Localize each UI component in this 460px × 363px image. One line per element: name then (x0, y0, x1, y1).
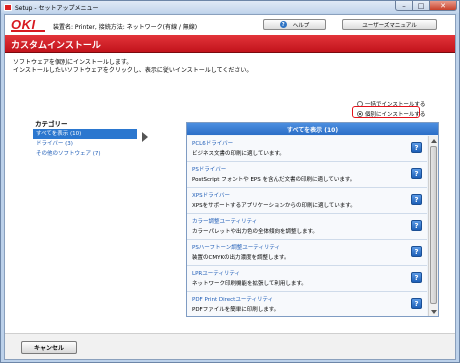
software-description: PostScript フォントや EPS を含んだ文書の印刷に適しています。 (192, 177, 356, 183)
question-icon[interactable]: ? (411, 142, 422, 153)
software-name[interactable]: PSドライバー (192, 165, 226, 173)
question-icon[interactable]: ? (411, 220, 422, 231)
title-bar: Setup - セットアップメニュー (1, 1, 459, 13)
question-icon[interactable]: ? (411, 194, 422, 205)
software-list-header: すべてを表示 (10) (187, 123, 438, 135)
software-description: XPSをサポートするアプリケーションからの印刷に適しています。 (192, 203, 356, 209)
intro-line-2: インストールしたいソフトウェアをクリックし、表示に従いインストールしてください。 (13, 67, 253, 74)
setup-window: Setup - セットアップメニュー – □ ✕ OKI 装置名: Printe… (0, 0, 460, 363)
software-item[interactable]: LPRユーティリティ ネットワーク印刷機能を拡張して利用します。 ? (187, 266, 427, 292)
category-list: すべてを表示 (10) ドライバー (3) その他のソフトウェア (7) (33, 129, 137, 159)
software-item[interactable]: PDF Print Directユーティリティ PDFファイルを簡単に印刷します… (187, 292, 427, 316)
category-item-drivers[interactable]: ドライバー (3) (33, 139, 137, 149)
category-item-other[interactable]: その他のソフトウェア (7) (33, 149, 137, 159)
software-list-panel: すべてを表示 (10) PCL6ドライバー ビジネス文書の印刷に適しています。 … (186, 122, 439, 317)
software-description: PDFファイルを簡単に印刷します。 (192, 307, 280, 313)
software-item[interactable]: XPSドライバー XPSをサポートするアプリケーションからの印刷に適しています。… (187, 188, 427, 214)
software-list: PCL6ドライバー ビジネス文書の印刷に適しています。 ? PSドライバー Po… (187, 136, 427, 316)
software-description: 装置のCMYKの出力濃度を調整します。 (192, 255, 290, 261)
page-banner: カスタムインストール (5, 35, 455, 53)
arrow-right-icon (142, 132, 148, 142)
banner-divider (5, 52, 455, 53)
oki-logo: OKI (11, 17, 49, 32)
install-individual-radio[interactable] (357, 111, 363, 117)
device-name: 装置名: Printer, 接続方法: ネットワーク(有線 / 無線) (53, 24, 198, 31)
category-item-all[interactable]: すべてを表示 (10) (33, 129, 137, 139)
intro-line-1: ソフトウェアを個別にインストールします。 (13, 59, 133, 66)
software-item[interactable]: PSハーフトーン調整ユーティリティ 装置のCMYKの出力濃度を調整します。 ? (187, 240, 427, 266)
software-item[interactable]: PSドライバー PostScript フォントや EPS を含んだ文書の印刷に適… (187, 162, 427, 188)
question-icon[interactable]: ? (411, 272, 422, 283)
user-manual-button[interactable]: ユーザーズマニュアル (342, 19, 437, 30)
window-title: Setup - セットアップメニュー (15, 4, 99, 12)
software-name[interactable]: PCL6ドライバー (192, 139, 233, 147)
footer-bar: キャンセル (5, 333, 455, 359)
software-item[interactable]: カラー調整ユーティリティ カラーパレットや出力色の全体傾向を調整します。 ? (187, 214, 427, 240)
help-button-label: ヘルプ (292, 22, 310, 29)
page-title: カスタムインストール (11, 41, 101, 51)
software-item[interactable]: PCL6ドライバー ビジネス文書の印刷に適しています。 ? (187, 136, 427, 162)
category-title: カテゴリー (35, 120, 68, 128)
software-name[interactable]: LPRユーティリティ (192, 269, 240, 277)
software-description: ネットワーク印刷機能を拡張して利用します。 (192, 281, 307, 287)
close-button[interactable]: ✕ (429, 1, 457, 11)
question-icon[interactable]: ? (411, 168, 422, 179)
cancel-button[interactable]: キャンセル (21, 341, 77, 354)
header-bar: OKI 装置名: Printer, 接続方法: ネットワーク(有線 / 無線) … (5, 15, 455, 35)
client-area: OKI 装置名: Printer, 接続方法: ネットワーク(有線 / 無線) … (4, 14, 456, 360)
scroll-thumb[interactable] (430, 146, 437, 304)
app-icon (4, 3, 12, 11)
maximize-button[interactable]: □ (412, 1, 430, 11)
software-name[interactable]: XPSドライバー (192, 191, 230, 199)
scroll-down-icon[interactable] (431, 310, 437, 314)
intro-text: ソフトウェアを個別にインストールします。 インストールしたいソフトウェアをクリッ… (13, 59, 252, 75)
scroll-up-icon[interactable] (431, 139, 437, 143)
question-icon[interactable]: ? (411, 298, 422, 309)
minimize-button[interactable]: – (395, 1, 413, 11)
help-icon: ? (279, 21, 287, 28)
help-button[interactable]: ? ヘルプ (263, 19, 326, 30)
software-name[interactable]: カラー調整ユーティリティ (192, 217, 257, 225)
software-list-scrollbar[interactable] (428, 136, 438, 316)
software-description: カラーパレットや出力色の全体傾向を調整します。 (192, 229, 318, 235)
software-description: ビジネス文書の印刷に適しています。 (192, 151, 285, 157)
install-individual-option[interactable]: 個別にインストールする (357, 110, 425, 118)
software-name[interactable]: PSハーフトーン調整ユーティリティ (192, 243, 280, 251)
question-icon[interactable]: ? (411, 246, 422, 257)
software-name[interactable]: PDF Print Directユーティリティ (192, 295, 273, 303)
install-individual-label: 個別にインストールする (365, 112, 426, 118)
